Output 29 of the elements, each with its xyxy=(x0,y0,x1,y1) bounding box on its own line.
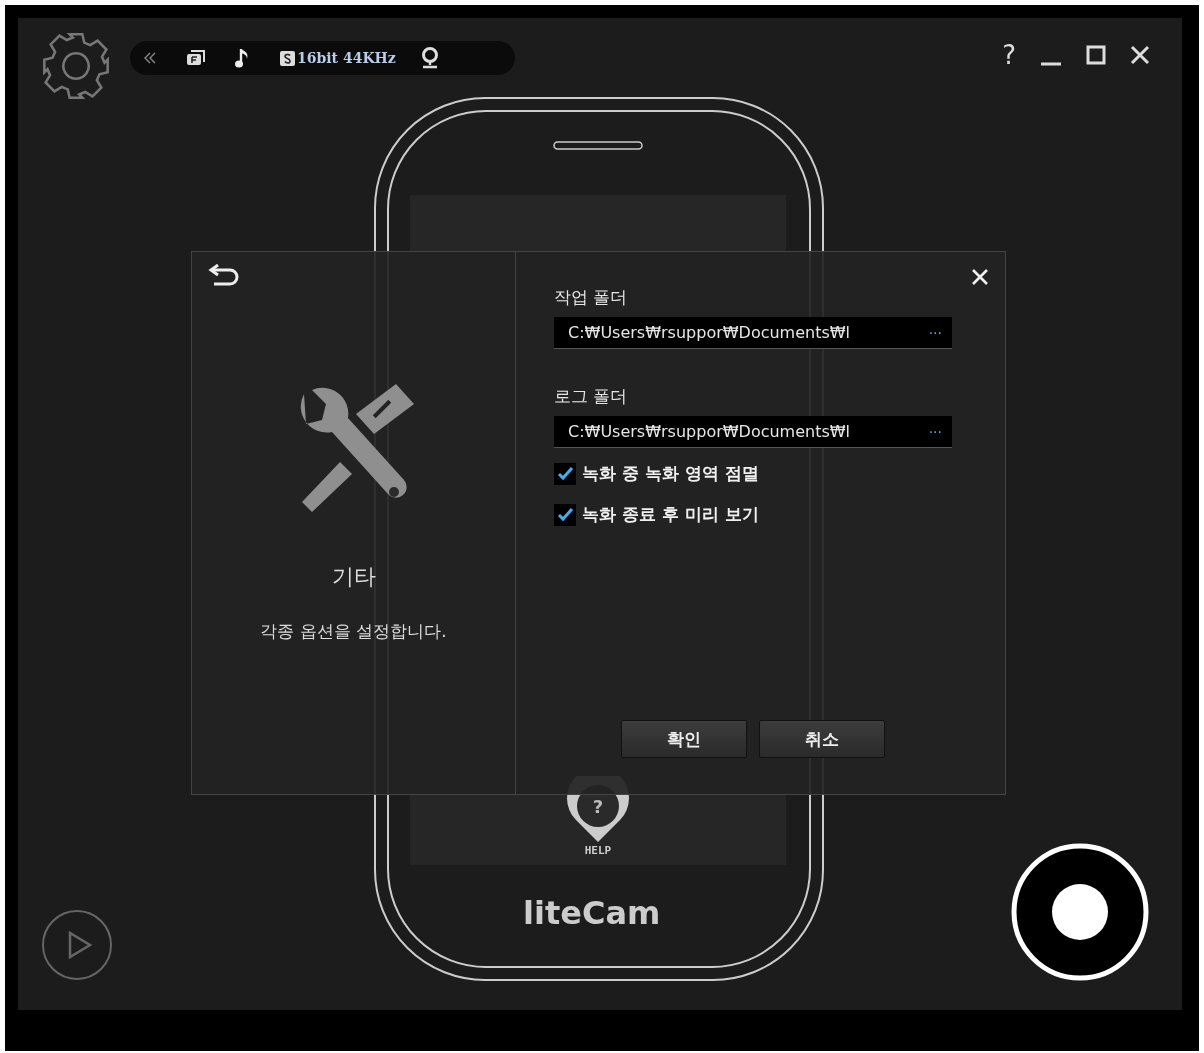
brand-logo: liteCam xyxy=(523,894,661,932)
stereo-icon xyxy=(280,50,295,66)
fullscreen-icon[interactable] xyxy=(186,50,206,66)
dialog-button[interactable]: 취소 xyxy=(759,720,885,758)
collapse-icon[interactable] xyxy=(142,51,158,65)
audio-format-label[interactable]: 16bit 44KHz xyxy=(297,50,396,66)
option-label: 녹화 중 녹화 영역 점멸 xyxy=(582,462,759,485)
play-icon[interactable] xyxy=(41,909,113,981)
record-button[interactable] xyxy=(1010,842,1150,982)
category-description: 각종 옵션을 설정합니다. xyxy=(260,620,447,643)
help-pin-mark: ? xyxy=(591,796,605,817)
help-label: HELP xyxy=(584,844,612,857)
back-icon[interactable] xyxy=(206,264,240,288)
help-button[interactable]: ? xyxy=(1002,42,1016,68)
folder-path-field[interactable]: C:₩Users₩rsuppor₩Documents₩l ··· xyxy=(554,416,952,448)
option-label: 녹화 종료 후 미리 보기 xyxy=(582,503,759,526)
browse-button[interactable]: ··· xyxy=(928,324,942,341)
field-label: 작업 폴더 xyxy=(554,286,628,309)
close-icon[interactable] xyxy=(971,268,989,286)
browse-button[interactable]: ··· xyxy=(928,423,942,440)
maximize-icon[interactable] xyxy=(1086,45,1106,65)
checkbox[interactable] xyxy=(554,462,576,485)
close-icon[interactable] xyxy=(1130,45,1150,65)
dialog-button[interactable]: 확인 xyxy=(621,720,747,758)
webcam-icon[interactable] xyxy=(419,47,440,69)
field-label: 로그 폴더 xyxy=(554,385,628,408)
folder-path-field[interactable]: C:₩Users₩rsuppor₩Documents₩l ··· xyxy=(554,317,952,349)
checkbox[interactable] xyxy=(554,503,576,526)
category-title: 기타 xyxy=(331,563,376,591)
